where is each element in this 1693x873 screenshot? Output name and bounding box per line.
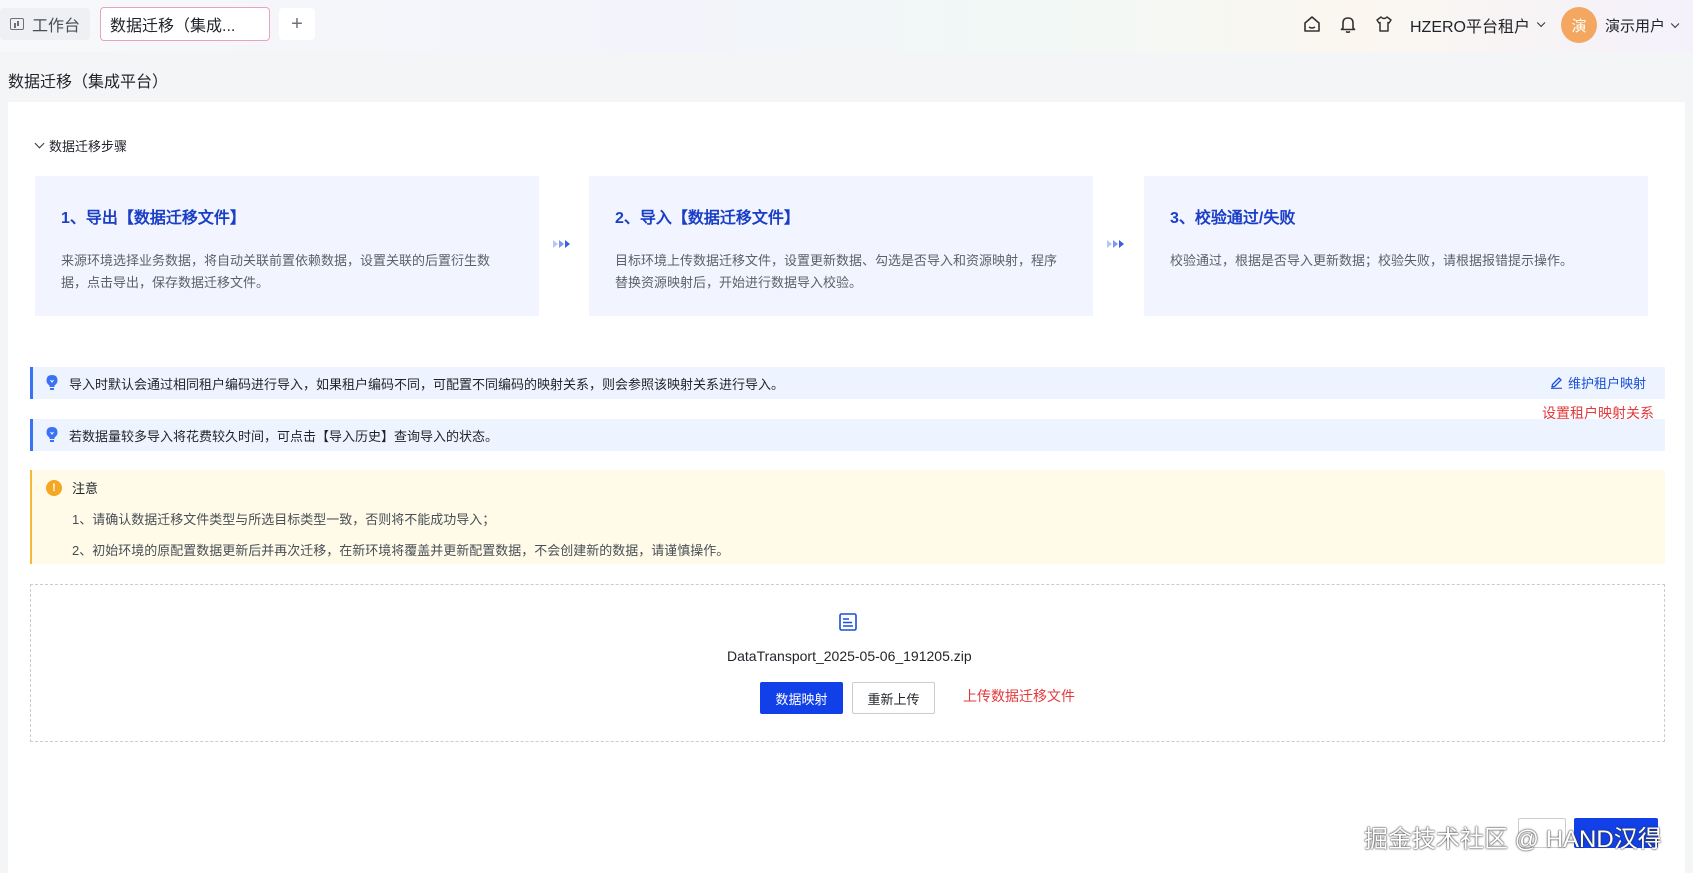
reupload-button[interactable]: 重新上传: [852, 682, 935, 714]
username: 演示用户: [1605, 18, 1666, 35]
edit-icon: [1551, 377, 1562, 389]
lightbulb-icon: [46, 427, 58, 442]
tab-workbench[interactable]: 工作台: [0, 8, 90, 40]
chevron-down-icon: [1536, 18, 1546, 28]
bell-icon[interactable]: [1338, 14, 1358, 34]
user-menu[interactable]: 演示用户: [1605, 15, 1680, 36]
warning-line: 2、初始环境的原配置数据更新后并再次迁移，在新环境将覆盖并更新配置数据，不会创建…: [72, 543, 730, 558]
step-card-import: 2、导入【数据迁移文件】 目标环境上传数据迁移文件，设置更新数据、勾选是否导入和…: [589, 176, 1093, 316]
warning-line: 1、请确认数据迁移文件类型与所选目标类型一致，否则将不能成功导入；: [72, 512, 496, 527]
maintain-tenant-mapping-link[interactable]: 维护租户映射: [1550, 373, 1646, 392]
step-card-export: 1、导出【数据迁移文件】 来源环境选择业务数据，将自动关联前置依赖数据，设置关联…: [35, 176, 539, 316]
chevron-down-icon: [34, 138, 45, 149]
steps-collapse-header[interactable]: 数据迁移步骤: [34, 136, 128, 155]
info-text: 导入时默认会通过相同租户编码进行导入，如果租户编码不同，可配置不同编码的映射关系…: [69, 376, 785, 392]
step-card-validate: 3、校验通过/失败 校验通过，根据是否导入更新数据；校验失败，请根据报错提示操作…: [1144, 176, 1648, 316]
annotation-upload: 上传数据迁移文件: [963, 688, 1075, 704]
add-tab-button[interactable]: +: [279, 8, 315, 40]
step-arrow-icon: [553, 240, 570, 248]
warning-icon: !: [46, 479, 62, 496]
dashboard-icon: [10, 18, 24, 30]
page-title: 数据迁移（集成平台）: [8, 74, 169, 91]
tenant-name: HZERO平台租户: [1410, 19, 1531, 36]
step-description: 来源环境选择业务数据，将自动关联前置依赖数据，设置关联的后置衍生数据，点击导出，…: [61, 253, 491, 290]
warning-title-row: ! 注意: [46, 478, 1665, 497]
info-alert-import-history: 若数据量较多导入将花费较久时间，可点击【导入历史】查询导入的状态。: [30, 419, 1665, 451]
info-alert-tenant-mapping: 导入时默认会通过相同租户编码进行导入，如果租户编码不同，可配置不同编码的映射关系…: [30, 367, 1665, 399]
tab-data-migration[interactable]: 数据迁移（集成...: [100, 7, 270, 41]
info-text: 若数据量较多导入将花费较久时间，可点击【导入历史】查询导入的状态。: [69, 428, 499, 444]
lightbulb-icon: [46, 375, 58, 390]
tab-workbench-label: 工作台: [32, 18, 81, 35]
steps-heading: 数据迁移步骤: [49, 139, 128, 154]
home-icon[interactable]: [1302, 14, 1322, 34]
tenant-switcher[interactable]: HZERO平台租户: [1410, 13, 1546, 37]
data-mapping-button[interactable]: 数据映射: [760, 682, 843, 714]
warning-alert: ! 注意 1、请确认数据迁移文件类型与所选目标类型一致，否则将不能成功导入； 2…: [30, 470, 1665, 564]
step-title: 2、导入【数据迁移文件】: [615, 210, 800, 227]
chevron-down-icon: [1670, 19, 1680, 28]
warning-title: 注意: [72, 481, 99, 496]
step-description: 校验通过，根据是否导入更新数据；校验失败，请根据报错提示操作。: [1170, 253, 1574, 268]
maintain-link-label: 维护租户映射: [1568, 376, 1647, 391]
watermark: 掘金技术社区 @ HAND汉得: [1364, 826, 1662, 853]
tab-data-migration-label: 数据迁移（集成...: [110, 18, 236, 35]
shirt-icon[interactable]: [1374, 14, 1394, 34]
avatar[interactable]: 演: [1561, 7, 1597, 43]
step-title: 1、导出【数据迁移文件】: [61, 210, 246, 227]
uploaded-file-name: DataTransport_2025-05-06_191205.zip: [727, 648, 972, 664]
step-arrow-icon: [1107, 240, 1124, 248]
file-icon: [839, 613, 857, 631]
step-title: 3、校验通过/失败: [1170, 210, 1296, 227]
top-bar: 工作台 数据迁移（集成... + HZERO平台租户 演 演示用户: [0, 0, 1693, 52]
step-description: 目标环境上传数据迁移文件，设置更新数据、勾选是否导入和资源映射，程序替换资源映射…: [615, 253, 1058, 290]
